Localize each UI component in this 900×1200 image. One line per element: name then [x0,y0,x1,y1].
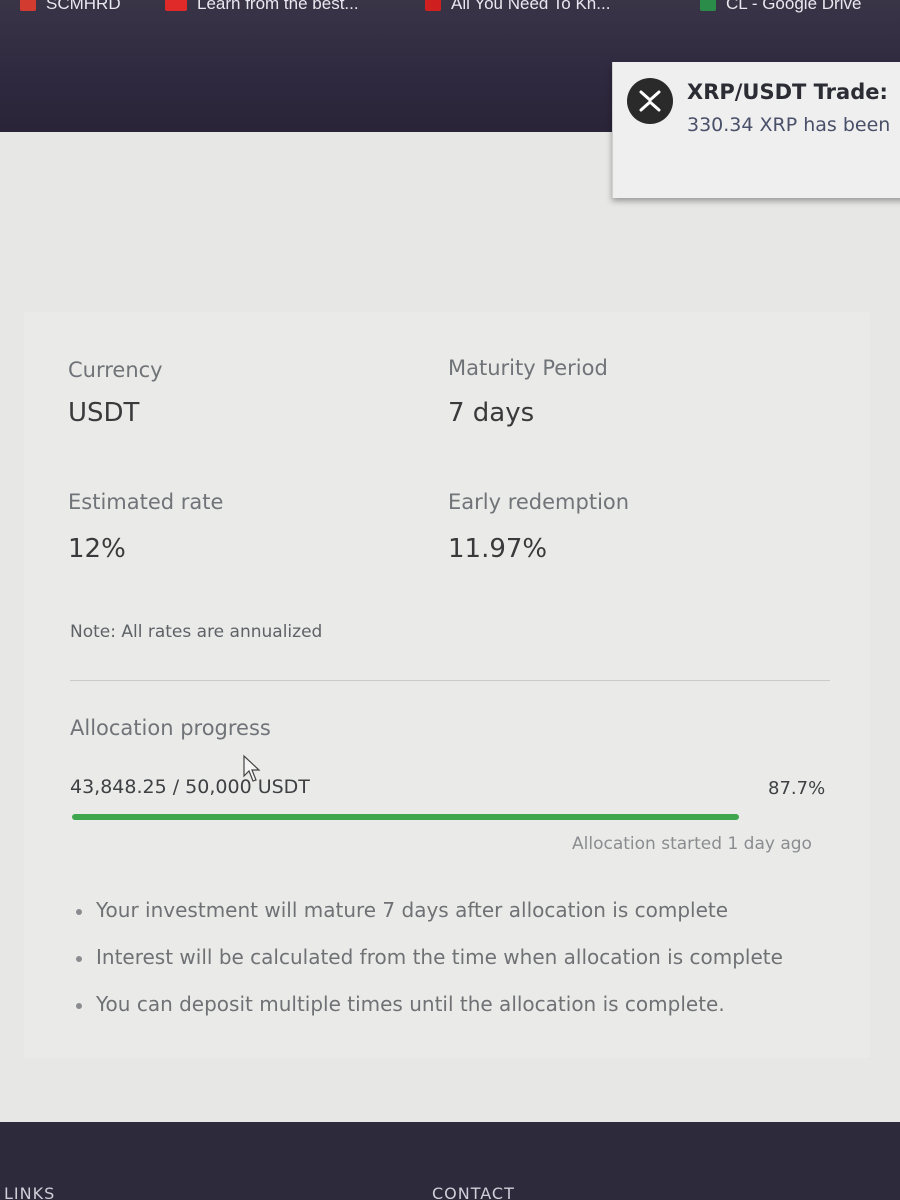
bullet-icon [76,1003,82,1009]
toast-message: 330.34 XRP has been [687,114,891,136]
bullet-icon [76,909,82,915]
site-footer: LINKS CONTACT [0,1122,900,1200]
estimated-rate-label: Estimated rate [68,490,224,514]
footer-links-heading: LINKS [4,1184,56,1200]
early-redemption-value: 11.97% [448,534,548,564]
im-favicon-icon [425,0,441,11]
trade-notification-toast[interactable]: XRP/USDT Trade: 330.34 XRP has been [612,62,900,198]
list-item: You can deposit multiple times until the… [76,992,783,1039]
xrp-icon [627,78,673,124]
divider [70,680,830,681]
bookmark-label: All You Need To Kn... [451,0,611,13]
annualized-note: Note: All rates are annualized [70,622,323,642]
estimated-rate-value: 12% [68,534,126,564]
allocation-started-text: Allocation started 1 day ago [572,834,812,854]
allocation-progress-bar [72,814,832,820]
youtube-icon [165,0,187,11]
list-item: Interest will be calculated from the tim… [76,945,783,992]
toast-title: XRP/USDT Trade: [687,80,888,104]
investment-details-card: Currency USDT Maturity Period 7 days Est… [24,312,870,1058]
allocation-progress-label: Allocation progress [70,716,271,740]
allocation-percent: 87.7% [768,778,826,799]
currency-label: Currency [68,358,163,382]
maturity-period-value: 7 days [448,398,535,428]
bullet-text: Interest will be calculated from the tim… [96,945,783,969]
bullet-text: Your investment will mature 7 days after… [96,898,729,922]
currency-value: USDT [68,398,140,428]
bookmark-label: SCMHRD [46,0,121,13]
maturity-period-label: Maturity Period [448,356,608,380]
bookmark-label: CL - Google Drive [726,0,862,13]
bookmark-scmhrd[interactable]: SCMHRD [20,0,121,14]
bookmark-all-you-need[interactable]: All You Need To Kn... [425,0,610,14]
list-item: Your investment will mature 7 days after… [76,898,783,945]
info-bullet-list: Your investment will mature 7 days after… [76,898,783,1039]
bullet-text: You can deposit multiple times until the… [96,992,725,1016]
footer-contact-heading: CONTACT [432,1184,515,1200]
early-redemption-label: Early redemption [448,490,630,514]
progress-bar-fill [72,814,739,820]
mouse-pointer-icon [242,754,262,788]
bookmarks-bar: SCMHRD Learn from the best... All You Ne… [0,0,900,18]
bookmark-learn[interactable]: Learn from the best... [165,0,359,14]
google-drive-icon [700,0,716,11]
toast-content: XRP/USDT Trade: 330.34 XRP has been [687,78,890,198]
bookmark-google-drive[interactable]: CL - Google Drive [700,0,861,14]
scmhrd-favicon-icon [20,0,36,11]
allocation-amount: 43,848.25 / 50,000 USDT [70,776,310,798]
bookmark-label: Learn from the best... [197,0,359,13]
bullet-icon [76,956,82,962]
